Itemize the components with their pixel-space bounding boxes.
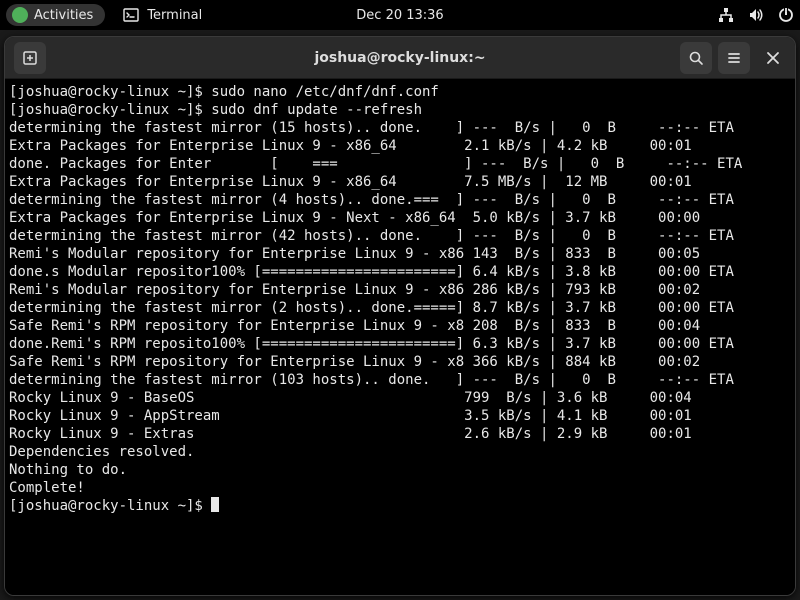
terminal-content[interactable]: [joshua@rocky-linux ~]$ sudo nano /etc/d…	[5, 79, 795, 595]
new-tab-button[interactable]	[14, 42, 46, 74]
activities-button[interactable]: Activities	[6, 4, 105, 26]
window-title: joshua@rocky-linux:~	[314, 50, 485, 66]
gnome-topbar: Activities Terminal Dec 20 13:36	[0, 0, 800, 30]
hamburger-menu-button[interactable]	[718, 42, 750, 74]
topbar-clock[interactable]: Dec 20 13:36	[356, 8, 443, 23]
topbar-app-label: Terminal	[147, 8, 202, 23]
new-tab-icon	[22, 50, 38, 66]
search-button[interactable]	[680, 42, 712, 74]
terminal-cursor	[211, 497, 219, 512]
topbar-app-menu[interactable]: Terminal	[123, 7, 202, 23]
close-icon	[766, 51, 780, 65]
terminal-icon	[123, 7, 139, 23]
power-icon	[778, 7, 794, 23]
terminal-prompt: [joshua@rocky-linux ~]$	[9, 498, 211, 514]
volume-icon	[748, 7, 764, 23]
search-icon	[688, 50, 704, 66]
window-titlebar: joshua@rocky-linux:~	[5, 37, 795, 79]
close-button[interactable]	[757, 42, 789, 74]
topbar-status-area[interactable]	[718, 7, 794, 23]
rocky-logo-icon	[12, 7, 28, 23]
terminal-window: joshua@rocky-linux:~	[4, 36, 796, 596]
network-icon	[718, 7, 734, 23]
hamburger-icon	[726, 50, 742, 66]
activities-label: Activities	[34, 8, 93, 23]
